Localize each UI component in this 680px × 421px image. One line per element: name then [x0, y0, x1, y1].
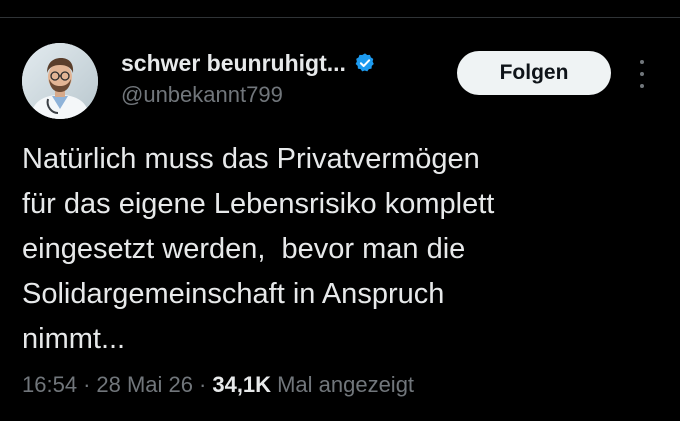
tweet-text-line: Natürlich muss das Privatvermögen [22, 143, 480, 175]
more-dot [640, 72, 644, 76]
tweet-text-line: eingesetzt werden, bevor man die [22, 233, 466, 265]
verified-badge-icon [354, 52, 376, 74]
views-count[interactable]: 34,1K [212, 372, 271, 398]
tweet-meta: 16:54 · 28 Mai 26 · 34,1K Mal angezeigt [22, 368, 414, 402]
views-label: Mal angezeigt [277, 372, 415, 397]
author-handle[interactable]: @unbekannt799 [121, 82, 283, 108]
meta-separator: · [83, 372, 91, 397]
avatar[interactable] [22, 43, 98, 119]
tweet-text: Natürlich muss das Privatvermögen für da… [22, 137, 652, 362]
tweet-text-line: Solidargemeinschaft in Anspruch [22, 278, 445, 310]
tweet-text-line: für das eigene Lebensrisiko komplett [22, 188, 495, 220]
more-dot [640, 84, 644, 88]
follow-button[interactable]: Folgen [457, 51, 611, 95]
tweet-time[interactable]: 16:54 [22, 372, 77, 398]
tweet-date[interactable]: 28 Mai 26 [96, 372, 193, 398]
avatar-image [22, 43, 98, 119]
more-dot [640, 60, 644, 64]
meta-separator: · [199, 372, 207, 397]
author-name-row[interactable]: schwer beunruhigt... [121, 48, 376, 78]
author-display-name[interactable]: schwer beunruhigt... [121, 50, 346, 77]
tweet-text-line: nimmt... [22, 323, 126, 355]
top-divider [0, 17, 680, 18]
more-vertical-icon[interactable] [632, 60, 652, 88]
